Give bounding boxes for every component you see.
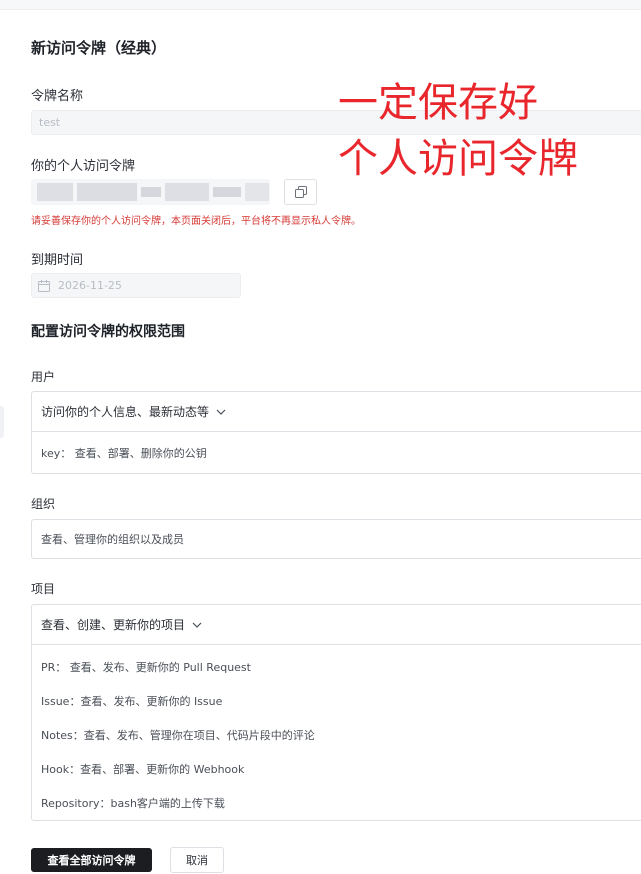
org-scope-panel: 查看、管理你的组织以及成员 — [31, 519, 641, 559]
scope-title: 配置访问令牌的权限范围 — [31, 324, 185, 340]
copy-button[interactable] — [284, 179, 317, 205]
user-scope-item: key： 查看、部署、删除你的公钥 — [41, 446, 207, 460]
expiry-date-value: 2026-11-25 — [58, 279, 122, 292]
page-title: 新访问令牌（经典） — [31, 39, 167, 57]
user-scope-label: 用户 — [31, 370, 56, 384]
calendar-icon — [38, 279, 50, 292]
token-warning: 请妥善保存你的个人访问令牌，本页面关闭后，平台将不再显示私人令牌。 — [31, 216, 361, 227]
chevron-down-icon — [216, 409, 226, 415]
annotation-line-2: 个人访问令牌 — [338, 136, 578, 182]
token-value-redacted[interactable] — [31, 179, 270, 205]
user-scope-panel: 访问你的个人信息、最新动态等 key： 查看、部署、删除你的公钥 — [31, 391, 641, 474]
copy-icon — [294, 186, 307, 198]
org-scope-label: 组织 — [31, 497, 56, 511]
project-scope-toggle[interactable]: 查看、创建、更新你的项目 — [32, 605, 641, 645]
expiry-date-field[interactable]: 2026-11-25 — [31, 273, 241, 298]
org-scope-heading: 查看、管理你的组织以及成员 — [41, 533, 184, 546]
token-name-field[interactable]: test — [31, 110, 641, 135]
side-handle[interactable] — [0, 406, 4, 438]
cancel-button[interactable]: 取消 — [170, 847, 224, 873]
project-scope-item-repository: Repository：bash客户端的上传下载 — [41, 797, 225, 810]
user-scope-toggle[interactable]: 访问你的个人信息、最新动态等 — [32, 392, 641, 432]
user-scope-heading: 访问你的个人信息、最新动态等 — [41, 405, 210, 419]
personal-token-label: 你的个人访问令牌 — [31, 159, 136, 174]
project-scope-item-issue: Issue：查看、发布、更新你的 Issue — [41, 695, 223, 708]
top-bar — [0, 0, 641, 10]
project-scope-item-notes: Notes：查看、发布、管理你在项目、代码片段中的评论 — [41, 729, 315, 742]
project-scope-heading: 查看、创建、更新你的项目 — [41, 618, 186, 632]
token-name-label: 令牌名称 — [31, 89, 84, 104]
view-all-tokens-button[interactable]: 查看全部访问令牌 — [31, 848, 152, 872]
project-scope-label: 项目 — [31, 582, 56, 596]
expiry-label: 到期时间 — [31, 253, 84, 268]
project-scope-panel: 查看、创建、更新你的项目 PR： 查看、发布、更新你的 Pull Request… — [31, 604, 641, 821]
project-scope-item-pr: PR： 查看、发布、更新你的 Pull Request — [41, 661, 251, 674]
project-scope-item-hook: Hook：查看、部署、更新你的 Webhook — [41, 763, 245, 776]
chevron-down-icon — [192, 622, 202, 628]
annotation-line-1: 一定保存好 — [338, 80, 538, 126]
